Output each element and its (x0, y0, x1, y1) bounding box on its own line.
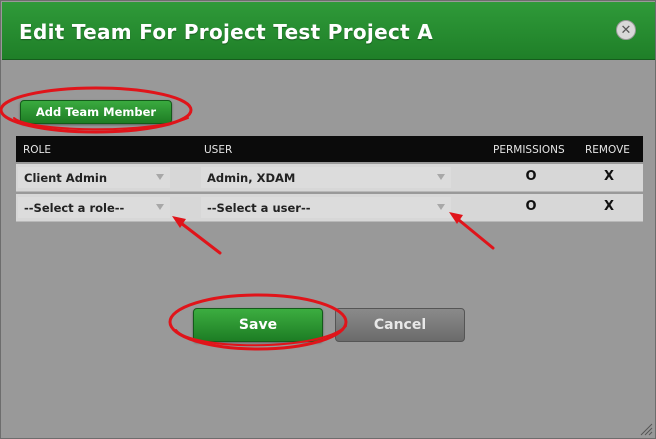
user-select-value: Admin, XDAM (207, 170, 296, 185)
column-header-role: ROLE (23, 144, 52, 156)
permissions-icon[interactable]: O (524, 170, 538, 184)
chevron-down-icon (156, 174, 164, 180)
remove-icon[interactable]: X (602, 170, 616, 184)
role-select[interactable]: --Select a role-- (18, 197, 170, 218)
column-header-user: USER (204, 144, 233, 156)
table-row: Client Admin Admin, XDAM O X (16, 164, 643, 192)
dialog-title-bar: Edit Team For Project Test Project A ✕ (2, 2, 655, 60)
remove-icon[interactable]: X (602, 200, 616, 214)
add-team-member-button[interactable]: Add Team Member (20, 100, 172, 124)
role-select[interactable]: Client Admin (18, 167, 170, 188)
save-button[interactable]: Save (193, 308, 323, 342)
column-header-permissions: PERMISSIONS (493, 144, 565, 156)
chevron-down-icon (437, 174, 445, 180)
table-row: --Select a role-- --Select a user-- O X (16, 194, 643, 222)
team-table-header: ROLE USER PERMISSIONS REMOVE (16, 136, 643, 162)
permissions-icon[interactable]: O (524, 200, 538, 214)
dialog-title: Edit Team For Project Test Project A (19, 20, 434, 44)
resize-grip-icon[interactable] (639, 422, 653, 436)
cancel-button[interactable]: Cancel (335, 308, 465, 342)
user-select-value: --Select a user-- (207, 200, 311, 215)
role-select-value: Client Admin (24, 170, 108, 185)
chevron-down-icon (156, 204, 164, 210)
edit-team-dialog: Edit Team For Project Test Project A ✕ A… (0, 0, 656, 439)
chevron-down-icon (437, 204, 445, 210)
user-select[interactable]: Admin, XDAM (201, 167, 451, 188)
close-icon[interactable]: ✕ (616, 20, 636, 40)
user-select[interactable]: --Select a user-- (201, 197, 451, 218)
role-select-value: --Select a role-- (24, 200, 125, 215)
column-header-remove: REMOVE (585, 144, 630, 156)
